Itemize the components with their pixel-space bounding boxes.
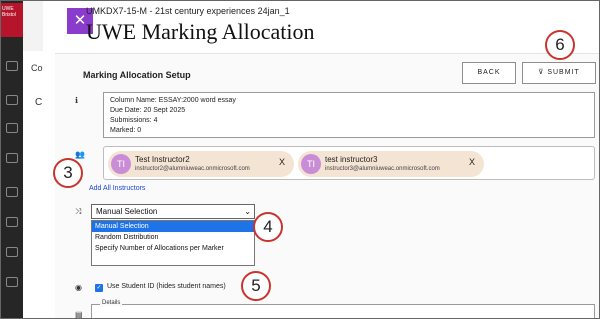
page-title: UWE Marking Allocation [86,19,315,44]
users-icon: 👥 [75,150,85,159]
setup-heading: Marking Allocation Setup [83,70,191,80]
uwe-logo: UWE Bristol [1,3,23,37]
nav-icon[interactable] [6,247,18,257]
select-value: Manual Selection [96,207,158,216]
chevron-down-icon: ⌄ [244,207,251,216]
column-info-box: Column Name: ESSAY:2000 word essay Due D… [103,92,595,138]
close-icon: ✕ [73,12,87,29]
callout-3: 3 [53,158,83,188]
nav-icon[interactable] [6,187,18,197]
instructor-name: Test Instructor2 [135,155,190,164]
details-field[interactable]: Details [91,300,595,318]
nav-icon[interactable] [6,277,18,287]
option-random-distribution[interactable]: Random Distribution [92,232,254,243]
instructor-name: test instructor3 [325,155,378,164]
instructor-chip: TI Test Instructor2 instructor2@alumniuw… [108,151,294,177]
nav-icon[interactable] [6,61,18,71]
nav-icon[interactable] [6,153,18,163]
info-icon: ℹ [75,96,79,105]
nav-icon[interactable] [6,95,18,105]
remove-instructor-button[interactable]: X [279,157,285,167]
add-all-instructors-link[interactable]: Add All Instructors [89,185,145,192]
instructors-field[interactable]: TI Test Instructor2 instructor2@alumniuw… [103,146,595,180]
submit-label: SUBMIT [547,69,580,76]
document-icon: ▤ [75,310,83,319]
instructor-email: instructor3@alumniuweac.onmicrosoft.com [325,166,440,172]
marked-count: Marked: 0 [110,127,142,134]
background-heading: C [35,97,43,108]
callout-4: 4 [253,212,283,242]
nav-icon[interactable] [6,217,18,227]
column-name: Column Name: ESSAY:2000 word essay [110,97,236,104]
remove-instructor-button[interactable]: X [469,157,475,167]
screenshot-frame: UWE Bristol Co C ✕ UMKDX7-15-M - 21st ce… [0,0,600,319]
send-icon: ⊽ [538,69,545,76]
nav-icon[interactable] [6,123,18,133]
setup-content: Marking Allocation Setup BACK ⊽ SUBMIT ℹ… [55,53,599,319]
submit-button[interactable]: ⊽ SUBMIT [522,62,596,84]
callout-5: 5 [241,271,271,301]
details-label: Details [100,300,123,306]
marking-allocation-panel: ✕ UMKDX7-15-M - 21st century experiences… [43,1,599,319]
allocation-method-options: Manual Selection Random Distribution Spe… [91,220,255,266]
left-nav-rail: UWE Bristol [1,1,23,318]
submissions-count: Submissions: 4 [110,117,158,124]
allocation-method-select[interactable]: Manual Selection ⌄ [91,204,255,219]
background-tab[interactable]: Co [31,63,43,73]
course-title: UMKDX7-15-M - 21st century experiences 2… [86,6,290,16]
option-manual-selection[interactable]: Manual Selection [92,221,254,232]
eye-slash-icon: ◉ [75,283,82,292]
callout-6: 6 [545,30,575,60]
due-date: Due Date: 20 Sept 2025 [110,107,186,114]
option-specify-number[interactable]: Specify Number of Allocations per Marker [92,243,254,254]
avatar: TI [301,154,321,174]
use-student-id-checkbox[interactable]: ✓ [95,284,103,292]
use-student-id-label: Use Student ID (hides student names) [107,283,226,290]
instructor-chip: TI test instructor3 instructor3@alumniuw… [298,151,484,177]
avatar: TI [111,154,131,174]
back-button[interactable]: BACK [462,62,516,84]
instructor-email: instructor2@alumniuweac.onmicrosoft.com [135,166,250,172]
shuffle-icon: ⤨ [75,207,82,216]
